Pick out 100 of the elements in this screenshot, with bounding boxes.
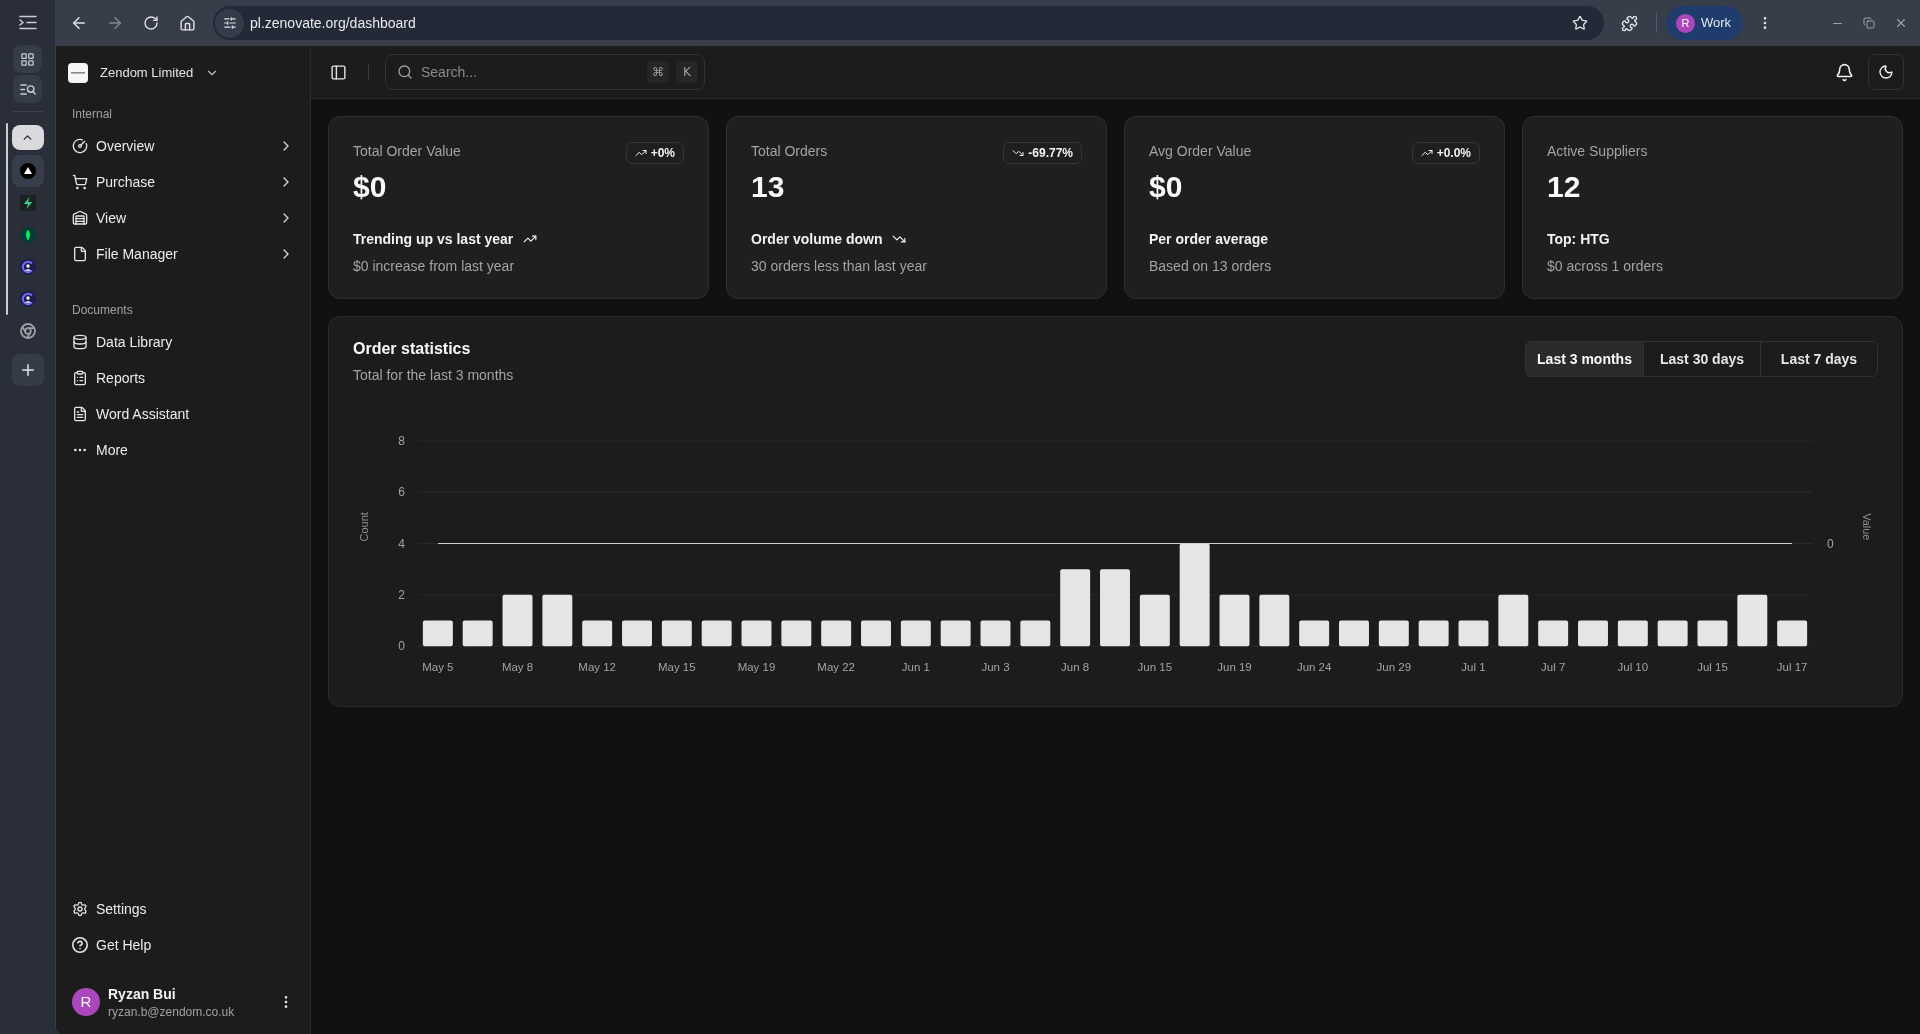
database-icon [72,334,88,350]
axis-tick-label: Jun 29 [1376,660,1412,673]
section-label: Internal [72,106,113,122]
apps-button[interactable] [13,45,42,73]
axis-tick-label: Jun 8 [1061,660,1090,673]
list-indent-icon[interactable] [18,15,37,30]
ring-person-icon [19,291,36,307]
chart-bar [1617,620,1648,647]
profile-avatar: R [1675,13,1695,33]
user-email: ryzan.b@zendom.co.uk [108,1004,236,1020]
chart-bar [542,594,573,647]
card-title: Order statistics [353,339,472,359]
stat-detail: $0 across 1 orders [1547,257,1663,276]
stat-detail: Based on 13 orders [1149,257,1272,276]
card-subtitle: Total for the last 3 months [353,366,514,385]
reload-icon[interactable] [143,15,159,31]
close-icon[interactable] [1894,16,1908,30]
chart-bar [1538,620,1569,647]
range-toggle[interactable]: Last 7 days [1760,342,1877,376]
chart-bar [422,620,453,647]
clipboard-icon [72,370,88,386]
moon-icon [1878,64,1894,80]
nav-item[interactable]: Purchase [64,164,302,200]
axis-tick-label: Jun 19 [1217,660,1252,673]
axis-tick-label: Jul 15 [1697,660,1728,673]
gauge-icon [72,138,88,154]
stat-label: Total Orders [751,142,828,161]
axis-tick-label: May 22 [817,660,855,673]
workspace-switcher[interactable]: Zendom Limited [68,63,220,83]
building-icon [72,210,88,226]
chart-bar [1458,620,1489,647]
axis-tick-label: May 5 [422,660,454,673]
chart-bar [1578,620,1608,647]
aperture-icon [19,323,36,339]
chart-bar [1777,620,1808,647]
new-tab-button[interactable] [11,354,44,386]
axis-tick-label: May 19 [737,660,776,673]
stat-headline: Top: HTG [1547,230,1610,249]
chart-bar [1418,620,1449,647]
star-icon[interactable] [1571,15,1588,31]
axis-tick-label: Jun 24 [1296,660,1332,673]
site-info-button[interactable] [215,8,244,38]
chart-bar [701,620,732,647]
change-value: +0% [650,145,675,161]
chart-bar [1697,620,1728,647]
chart-bar [861,620,891,647]
panel-left-icon[interactable] [329,63,347,81]
stat-headline: Trending up vs last year [353,230,514,249]
chart-bar [661,620,692,647]
nav-item[interactable]: File Manager [64,236,302,272]
collapse-group-button[interactable] [11,125,44,150]
user-avatar[interactable]: R [72,988,100,1016]
arrow-right-icon[interactable] [106,14,124,32]
nav-item[interactable]: Overview [64,128,302,164]
grid-icon [20,51,35,67]
chart-bar [582,620,613,647]
restore-icon[interactable] [1863,17,1875,29]
section-label: Documents [72,302,133,318]
axis-tick-label: May 12 [578,660,616,673]
stat-label: Total Order Value [353,142,461,161]
browser-tab[interactable] [11,155,44,187]
tab-search-button[interactable] [13,75,42,103]
stat-value: 12 [1547,169,1581,205]
logo-icon [68,63,88,83]
settings-icon [72,901,88,917]
nav-item[interactable]: View [64,200,302,236]
bell-icon[interactable] [1834,62,1854,82]
theme-toggle-button[interactable] [1868,54,1904,90]
axis-tick-label: May 8 [501,660,534,673]
document-icon [72,406,88,422]
stat-headline: Per order average [1149,230,1269,249]
chart-bar [462,620,493,647]
range-toggle[interactable]: Last 3 months [1526,342,1643,376]
nav-item[interactable]: Settings [64,891,302,927]
ring-person-icon [19,259,36,275]
chart-bar [1259,594,1290,647]
nav-item[interactable]: Reports [64,360,302,396]
search-icon [397,64,413,80]
nav-item[interactable]: Data Library [64,324,302,360]
list-search-icon [19,82,36,96]
axis-tick-label: Jun 1 [901,660,930,673]
axis-tick-label: 2 [398,587,405,602]
axis-tick-label: 6 [398,485,405,500]
nav-item[interactable]: Word Assistant [64,396,302,432]
axis-tick-label: Jul 7 [1541,660,1566,673]
puzzle-icon[interactable] [1621,14,1639,32]
address-text: pl.zenovate.org/dashboard [250,13,416,33]
stat-value: 13 [751,169,785,205]
house-icon[interactable] [178,14,196,32]
axis-tick-label: Jul 10 [1617,660,1649,673]
address-bar[interactable]: pl.zenovate.org/dashboard [213,6,1604,40]
chart-bar [940,620,971,647]
nav-item[interactable]: Get Help [64,927,302,963]
profile-button[interactable]: R Work [1665,6,1743,40]
bolt-icon [19,195,36,211]
change-value: +0.0% [1436,145,1471,161]
leaf-icon [19,227,36,243]
nav-item[interactable]: More [64,432,302,468]
chart-bar [1020,620,1051,647]
chart-bar [741,620,772,647]
